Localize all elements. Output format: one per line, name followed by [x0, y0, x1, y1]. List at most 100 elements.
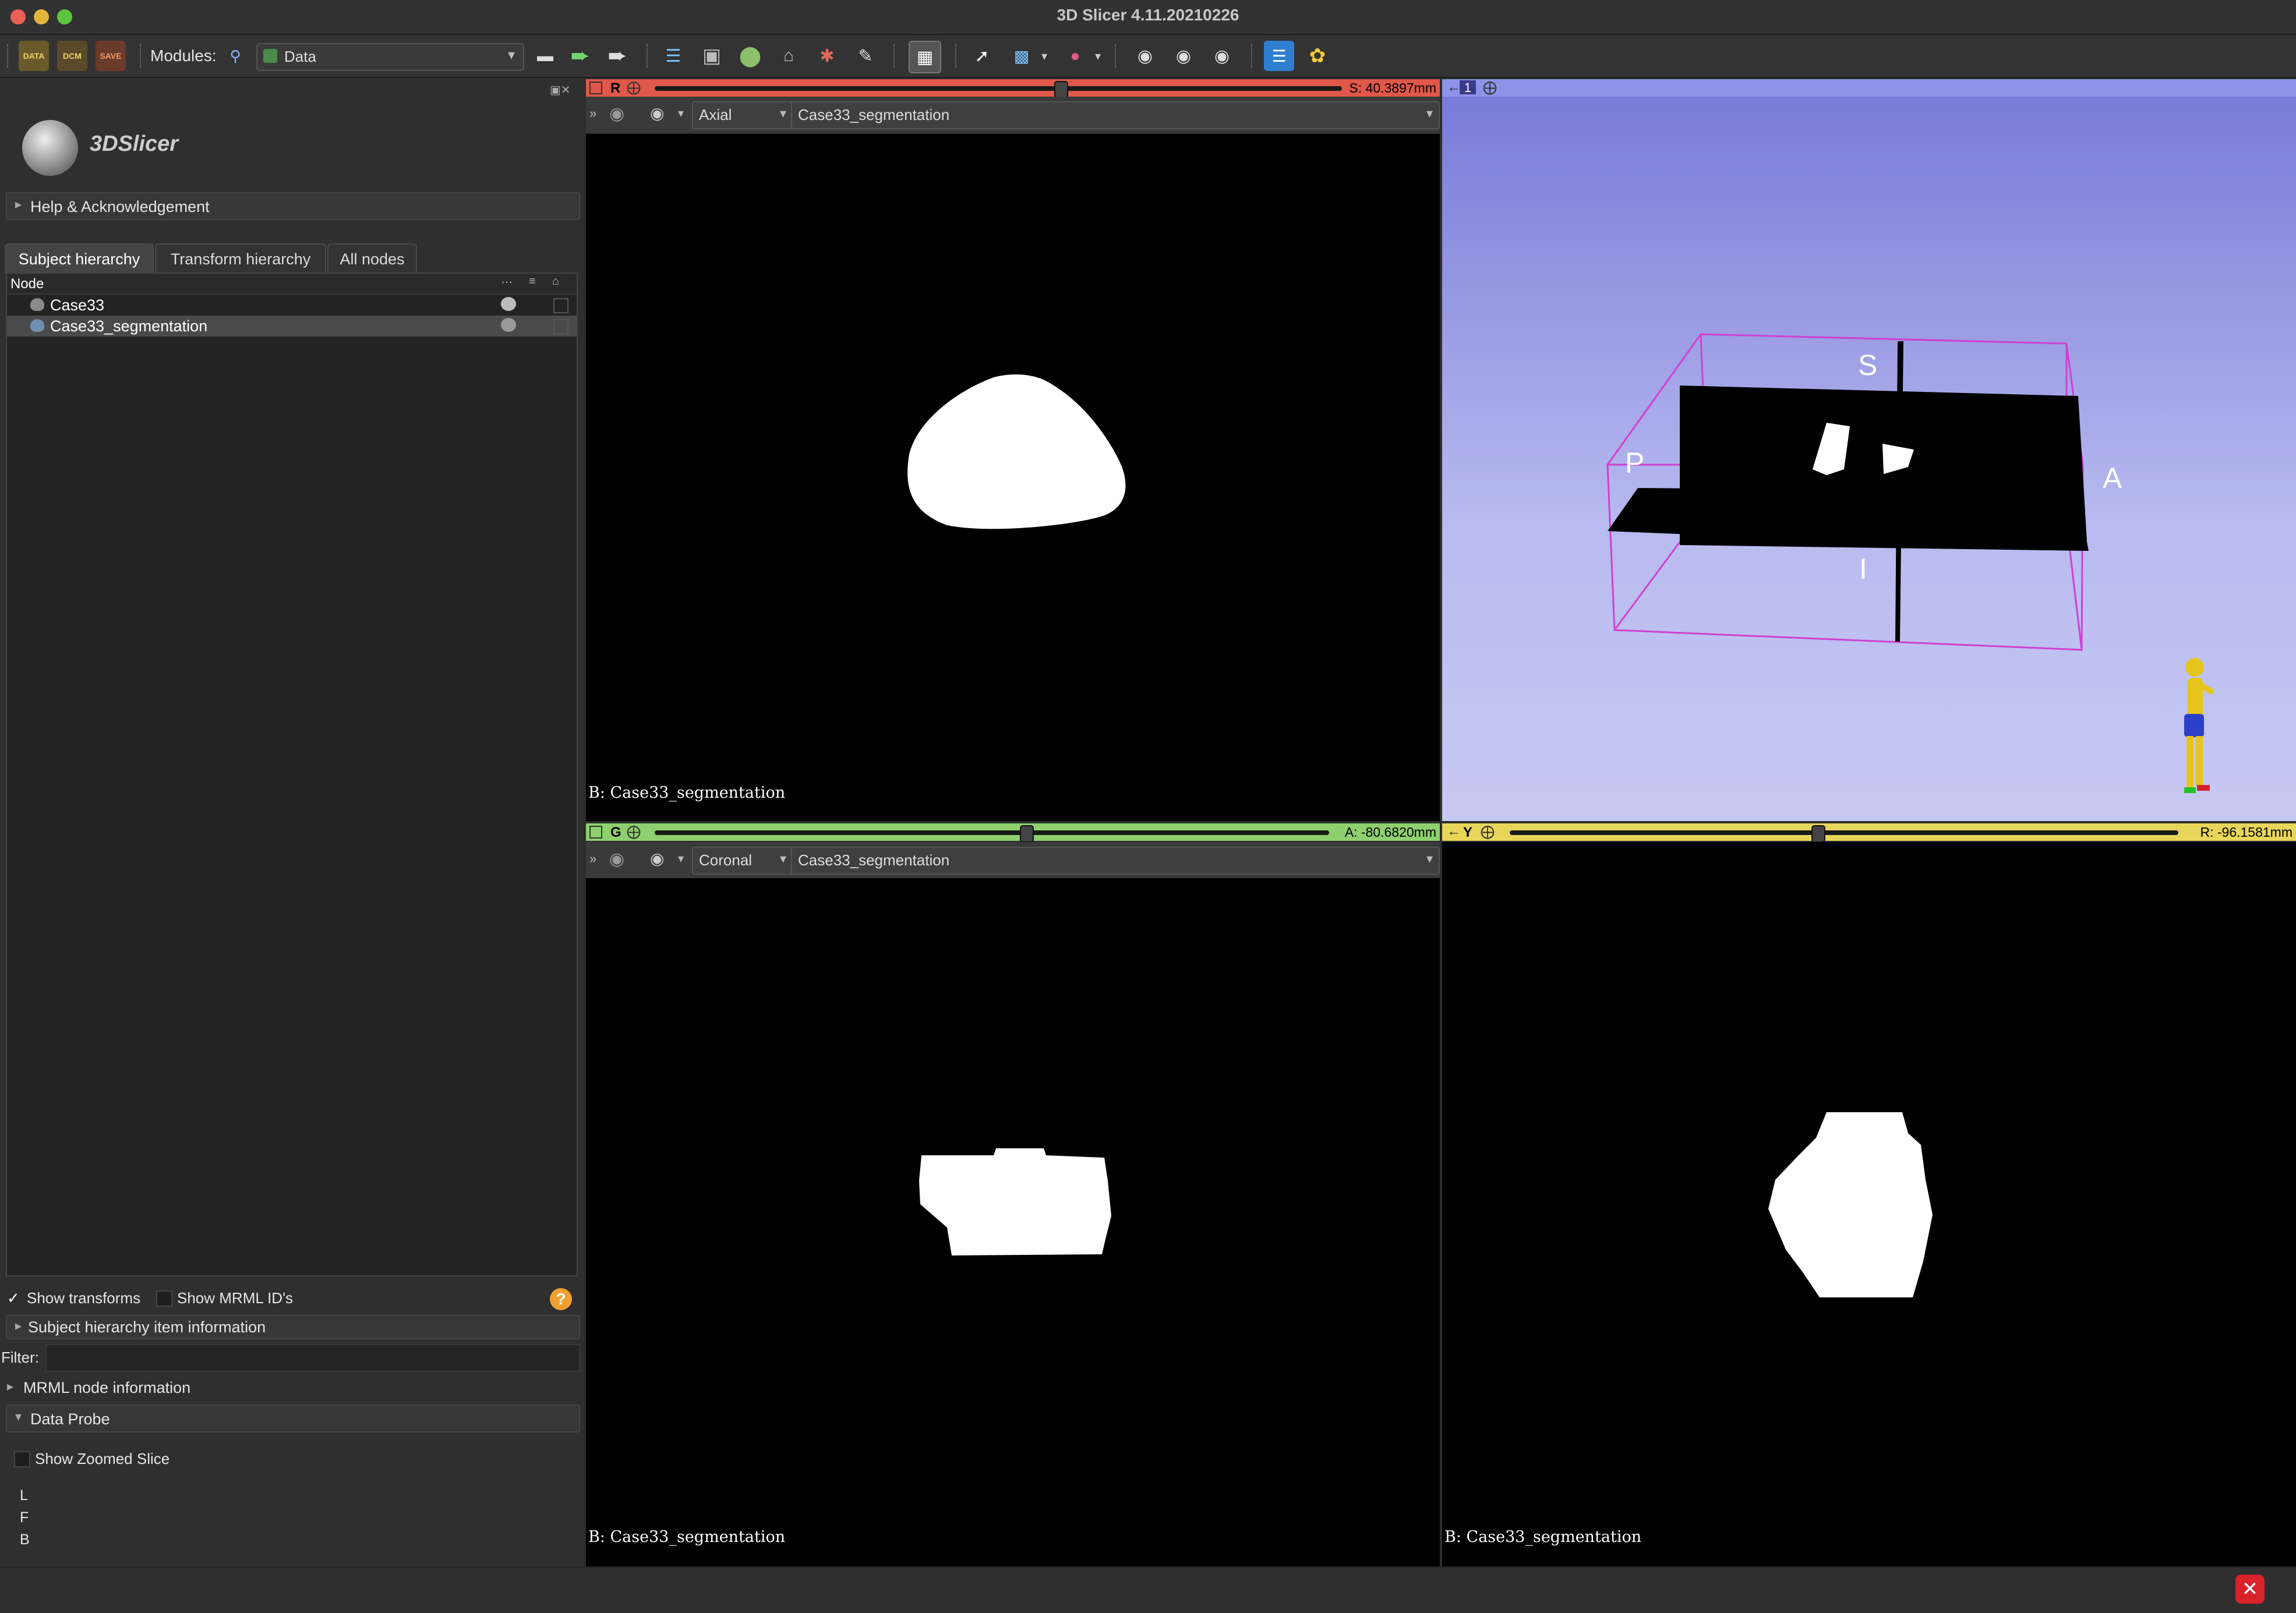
data-module-icon	[263, 49, 277, 63]
segmentation-node-icon	[30, 319, 44, 332]
place-fiducial-icon[interactable]: ●	[1060, 41, 1090, 71]
yellow-slice-slider-track[interactable]	[1510, 830, 2178, 835]
tree-row[interactable]: Case33	[7, 295, 577, 316]
module-selector[interactable]: Data ▾	[256, 43, 524, 71]
show-mrml-ids-checkbox[interactable]	[156, 1290, 172, 1307]
title-bar: 3D Slicer 4.11.20210226	[0, 0, 2296, 35]
chevron-down-icon[interactable]: ▾	[1037, 41, 1052, 71]
show-zoomed-slice-label: Show Zoomed Slice	[35, 1450, 170, 1467]
red-background-select[interactable]: Case33_segmentation ▾	[791, 101, 1440, 129]
tab-all-nodes[interactable]: All nodes	[327, 243, 417, 274]
extension-manager-icon[interactable]: ☰	[1264, 41, 1294, 71]
pointer-arrow-icon[interactable]: ➚	[967, 41, 997, 71]
yellow-slice-view[interactable]: B: Case33_segmentation	[1442, 842, 2296, 1566]
green-view-controls: » ◉ ◉ ▾ Coronal ▾ Case33_segmentation ▾	[586, 842, 1440, 878]
main-toolbar: DATA DCM SAVE Modules: ⚲ Data ▾ ▬ ➨ ➨ ☰ …	[0, 35, 2296, 78]
models-icon[interactable]: ⬤	[735, 41, 765, 71]
green-slice-slider-handle[interactable]	[1019, 825, 1034, 843]
crosshair-mode-icon[interactable]: ▩	[1006, 41, 1037, 71]
transform-cell-icon[interactable]	[553, 298, 568, 313]
help-icon-glyph: ?	[556, 1290, 566, 1308]
save-button[interactable]: SAVE	[96, 41, 126, 71]
python-console-icon[interactable]: ✿	[1302, 41, 1333, 71]
orientation-value: Axial	[699, 106, 732, 123]
show-zoomed-slice-checkbox[interactable]	[14, 1451, 30, 1467]
markups-icon[interactable]: ✱	[812, 41, 842, 71]
help-acknowledgement-section[interactable]: ▸ Help & Acknowledgement	[6, 192, 580, 220]
save-label: SAVE	[100, 51, 122, 61]
green-slice-view[interactable]: B: Case33_segmentation	[586, 878, 1440, 1566]
yellow-slice-slider-handle[interactable]	[1811, 825, 1826, 843]
status-bar: ✕	[0, 1566, 2296, 1613]
chevron-down-icon[interactable]: ▾	[678, 106, 684, 121]
link-icon[interactable]: ⨁	[627, 823, 641, 840]
red-slice-slider-handle[interactable]	[1054, 81, 1069, 98]
module-search-icon[interactable]: ⚲	[220, 41, 250, 71]
scene-view-icon[interactable]: ◉	[1168, 41, 1199, 71]
load-dicom-button[interactable]: DCM	[57, 41, 87, 71]
visibility-eye-icon[interactable]	[501, 297, 516, 311]
toolbar-grip[interactable]	[7, 44, 12, 68]
tab-transform-hierarchy[interactable]: Transform hierarchy	[155, 243, 326, 274]
threed-view[interactable]: S I P A	[1442, 97, 2296, 821]
load-data-button[interactable]: DATA	[19, 41, 49, 71]
background-value: Case33_segmentation	[798, 106, 950, 123]
toolbar-separator	[893, 44, 898, 68]
orientation-value: Coronal	[699, 851, 753, 869]
eye-icon[interactable]: ◉	[650, 104, 664, 123]
subject-hierarchy-tree[interactable]: Node ⋯ ≡ ⌂ Case33 Case33_segmentation	[6, 273, 578, 1276]
link-icon[interactable]: ⨁	[1481, 823, 1495, 840]
expand-icon[interactable]: »	[589, 106, 596, 121]
visibility-column-icon: ⋯	[501, 276, 513, 289]
back-arrow-icon[interactable]: ➨	[565, 41, 595, 71]
segment-editor-icon[interactable]: ✎	[850, 41, 881, 71]
center-view-icon[interactable]: ⨁	[1483, 79, 1497, 96]
chevron-right-icon: ▸	[7, 1379, 14, 1393]
orientation-i-label: I	[1859, 553, 1867, 585]
probe-row-l: L	[20, 1487, 28, 1504]
subject-hierarchy-icon[interactable]: ☰	[658, 41, 688, 71]
pin-icon[interactable]: ←	[1447, 79, 1461, 95]
volumes-cube-icon[interactable]: ▣	[697, 41, 727, 71]
visibility-eye-icon[interactable]	[501, 318, 516, 332]
chevron-down-icon: ▾	[779, 851, 786, 866]
error-log-icon[interactable]: ✕	[2235, 1575, 2265, 1604]
eye-icon[interactable]: ◉	[650, 849, 664, 868]
green-slice-slider-track[interactable]	[655, 830, 1329, 835]
pin-icon[interactable]: ←	[1447, 823, 1461, 840]
link-views-icon[interactable]: ◉	[609, 849, 624, 869]
toolbar-separator	[955, 44, 960, 68]
green-background-select[interactable]: Case33_segmentation ▾	[791, 847, 1440, 875]
tree-row[interactable]: Case33_segmentation	[7, 316, 577, 337]
undock-icon[interactable]: ▣✕	[550, 83, 571, 97]
data-probe-section[interactable]: ▾ Data Probe	[6, 1405, 580, 1432]
layout-grid-icon[interactable]: ▦	[909, 41, 941, 73]
green-orientation-select[interactable]: Coronal ▾	[692, 847, 793, 875]
module-history-icon[interactable]: ▬	[530, 41, 560, 71]
screenshot-camera-icon[interactable]: ◉	[1130, 41, 1160, 71]
show-transforms-checkbox[interactable]: ✓	[7, 1289, 22, 1307]
load-data-label: DATA	[23, 51, 45, 61]
subject-hierarchy-item-info-section[interactable]: ▸ Subject hierarchy item information	[6, 1315, 580, 1339]
transforms-icon[interactable]: ⌂	[773, 41, 804, 71]
axial-segmentation-shape	[907, 374, 1126, 529]
link-icon[interactable]: ⨁	[627, 79, 641, 96]
link-views-icon[interactable]: ◉	[609, 104, 624, 124]
transform-cell-icon[interactable]	[553, 319, 568, 334]
red-slice-view[interactable]: B: Case33_segmentation	[586, 134, 1440, 821]
filter-label: Filter:	[1, 1349, 39, 1366]
scene-view-restore-icon[interactable]: ◉	[1207, 41, 1237, 71]
mrml-node-info-section[interactable]: ▸ MRML node information	[0, 1375, 582, 1399]
chevron-down-icon[interactable]: ▾	[1090, 41, 1105, 71]
expand-icon[interactable]: »	[589, 851, 596, 866]
red-orientation-select[interactable]: Axial ▾	[692, 101, 793, 129]
pin-icon[interactable]	[589, 826, 602, 839]
tab-subject-hierarchy[interactable]: Subject hierarchy	[5, 243, 154, 274]
help-icon[interactable]: ?	[550, 1288, 572, 1310]
red-slice-slider-track[interactable]	[655, 86, 1342, 91]
chevron-down-icon[interactable]: ▾	[678, 851, 684, 866]
forward-arrow-icon[interactable]: ➨	[602, 41, 633, 71]
filter-input[interactable]	[45, 1344, 580, 1372]
pin-icon[interactable]	[589, 82, 602, 94]
threed-view-label: 1	[1460, 80, 1476, 95]
